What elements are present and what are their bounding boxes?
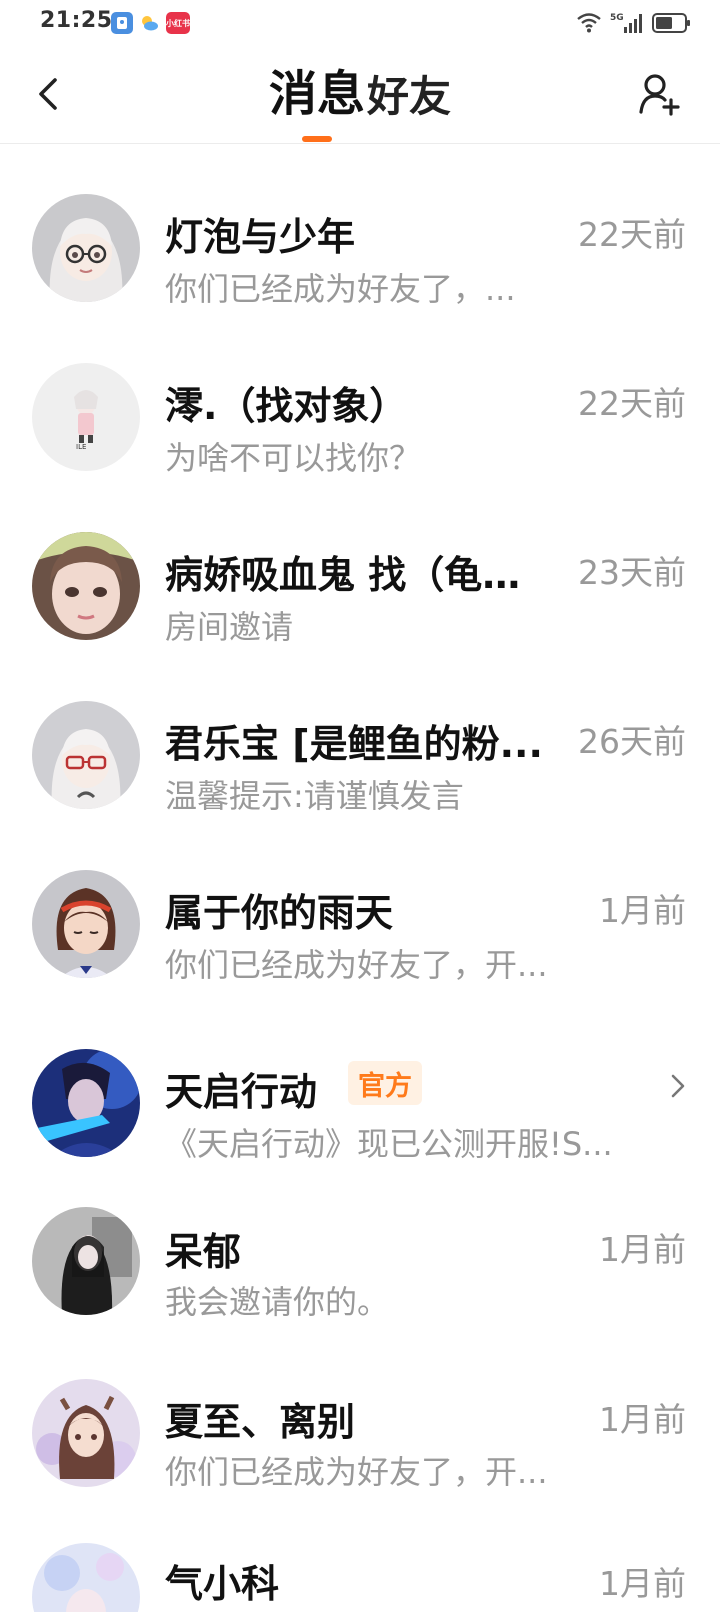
tab-messages[interactable]: 消息 (269, 60, 365, 142)
avatar (32, 1049, 140, 1157)
message-preview: 你们已经成为好友了，开... (165, 946, 548, 984)
svg-text:ILE: ILE (76, 443, 86, 451)
avatar (32, 870, 140, 978)
conversation-row[interactable]: 夏至、离别 1月前 你们已经成为好友了，开... (0, 1335, 720, 1501)
avatar (32, 1379, 140, 1487)
contact-name: 君乐宝 [是鲤鱼的粉... (165, 722, 543, 766)
contact-name: 属于你的雨天 (165, 891, 394, 935)
contact-name: 呆郁 (165, 1230, 242, 1274)
message-preview: 温馨提示:请谨慎发言 (165, 777, 464, 815)
message-preview: 我会邀请你的。 (165, 1283, 390, 1321)
contact-name: 灯泡与少年 (165, 215, 356, 259)
status-time: 21:25 (40, 8, 113, 33)
avatar (32, 1543, 140, 1612)
conversation-list: 灯泡与少年 22天前 你们已经成为好友了，... ILE 澪.（找对象） 22天… (0, 144, 720, 1612)
tab-friends[interactable]: 好友 (367, 60, 451, 124)
tab-friends-label: 好友 (367, 72, 452, 121)
message-time: 22天前 (578, 384, 686, 423)
svg-text:5G: 5G (610, 13, 624, 23)
battery-icon (652, 13, 690, 33)
avatar (32, 194, 140, 302)
wifi-icon (577, 13, 601, 33)
conversation-row[interactable]: 属于你的雨天 1月前 你们已经成为好友了，开... (0, 820, 720, 989)
contacts-app-icon (111, 12, 133, 34)
official-badge: 官方 (348, 1061, 422, 1105)
conversation-row[interactable]: 病娇吸血鬼 找（龟）... 23天前 房间邀请 (0, 482, 720, 651)
conversation-row[interactable]: 灯泡与少年 22天前 你们已经成为好友了，... (0, 144, 720, 313)
conversation-row[interactable]: ILE 澪.（找对象） 22天前 为啥不可以找你？ (0, 313, 720, 482)
top-nav-bar: 消息 好友 (0, 48, 720, 144)
xiaohongshu-app-icon: 小红书 (166, 12, 190, 34)
avatar: ILE (32, 363, 140, 471)
conversation-row-official[interactable]: 天启行动 官方 《天启行动》现已公测开服!S... (0, 989, 720, 1165)
contact-name: 天启行动 (165, 1070, 318, 1114)
avatar (32, 532, 140, 640)
message-preview: 《天启行动》现已公测开服!S... (165, 1125, 613, 1163)
conversation-row[interactable]: 呆郁 1月前 我会邀请你的。 (0, 1165, 720, 1335)
message-time: 26天前 (578, 722, 686, 761)
message-preview: 你们已经成为好友了，... (165, 270, 516, 308)
message-time: 1月前 (599, 1564, 686, 1603)
message-preview: 房间邀请 (165, 608, 294, 646)
add-friend-button[interactable] (636, 70, 684, 118)
status-bar: 21:25 小红书 5G (0, 0, 720, 48)
tab-indicator (301, 136, 332, 142)
avatar (32, 1207, 140, 1315)
message-time: 1月前 (599, 891, 686, 930)
conversation-row[interactable]: 君乐宝 [是鲤鱼的粉... 26天前 温馨提示:请谨慎发言 (0, 651, 720, 820)
message-time: 22天前 (578, 215, 686, 254)
message-time: 1月前 (599, 1230, 686, 1269)
message-time: 23天前 (578, 553, 686, 592)
add-user-icon (639, 74, 680, 116)
message-preview: 为啥不可以找你？ (165, 439, 422, 477)
tab-bar: 消息 好友 (0, 60, 720, 142)
conversation-row[interactable]: 气小科 1月前 (0, 1501, 720, 1612)
message-time: 1月前 (599, 1400, 686, 1439)
chevron-right-icon (671, 1074, 685, 1098)
message-preview: 你们已经成为好友了，开... (165, 1453, 548, 1491)
avatar (32, 701, 140, 809)
tab-messages-label: 消息 (268, 66, 365, 122)
weather-app-icon (138, 12, 160, 34)
contact-name: 夏至、离别 (165, 1400, 356, 1444)
status-indicators: 5G (576, 10, 692, 36)
signal-5g-icon: 5G (610, 13, 642, 33)
contact-name: 澪.（找对象） (165, 384, 408, 428)
contact-name: 病娇吸血鬼 找（龟）... (165, 553, 555, 597)
contact-name: 气小科 (165, 1562, 280, 1606)
